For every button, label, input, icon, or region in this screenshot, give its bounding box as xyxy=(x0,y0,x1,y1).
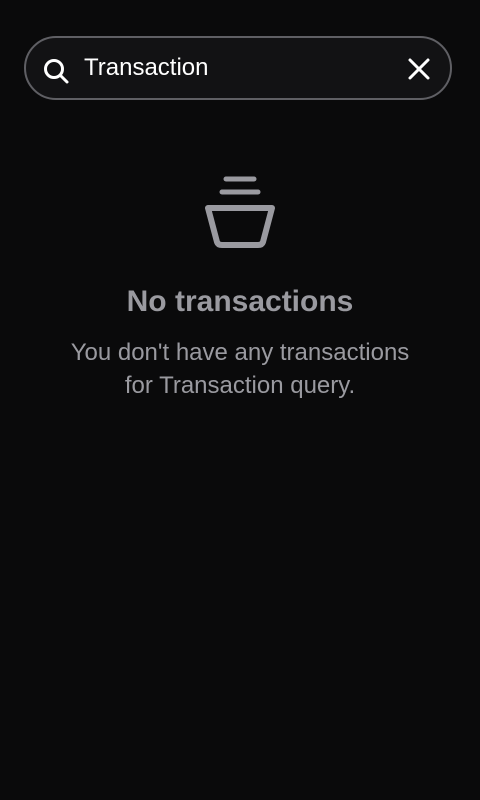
empty-title: No transactions xyxy=(126,285,354,318)
close-icon xyxy=(408,58,430,80)
search-screen: No transactions You don't have any trans… xyxy=(0,0,480,800)
empty-message: You don't have any transactions for Tran… xyxy=(70,339,410,399)
search-input[interactable] xyxy=(84,48,384,88)
search-icon xyxy=(44,59,69,84)
search-bar[interactable] xyxy=(24,36,452,100)
empty-state: No transactions You don't have any trans… xyxy=(0,172,480,402)
basket-icon xyxy=(205,176,275,248)
clear-search-button[interactable] xyxy=(400,50,438,88)
